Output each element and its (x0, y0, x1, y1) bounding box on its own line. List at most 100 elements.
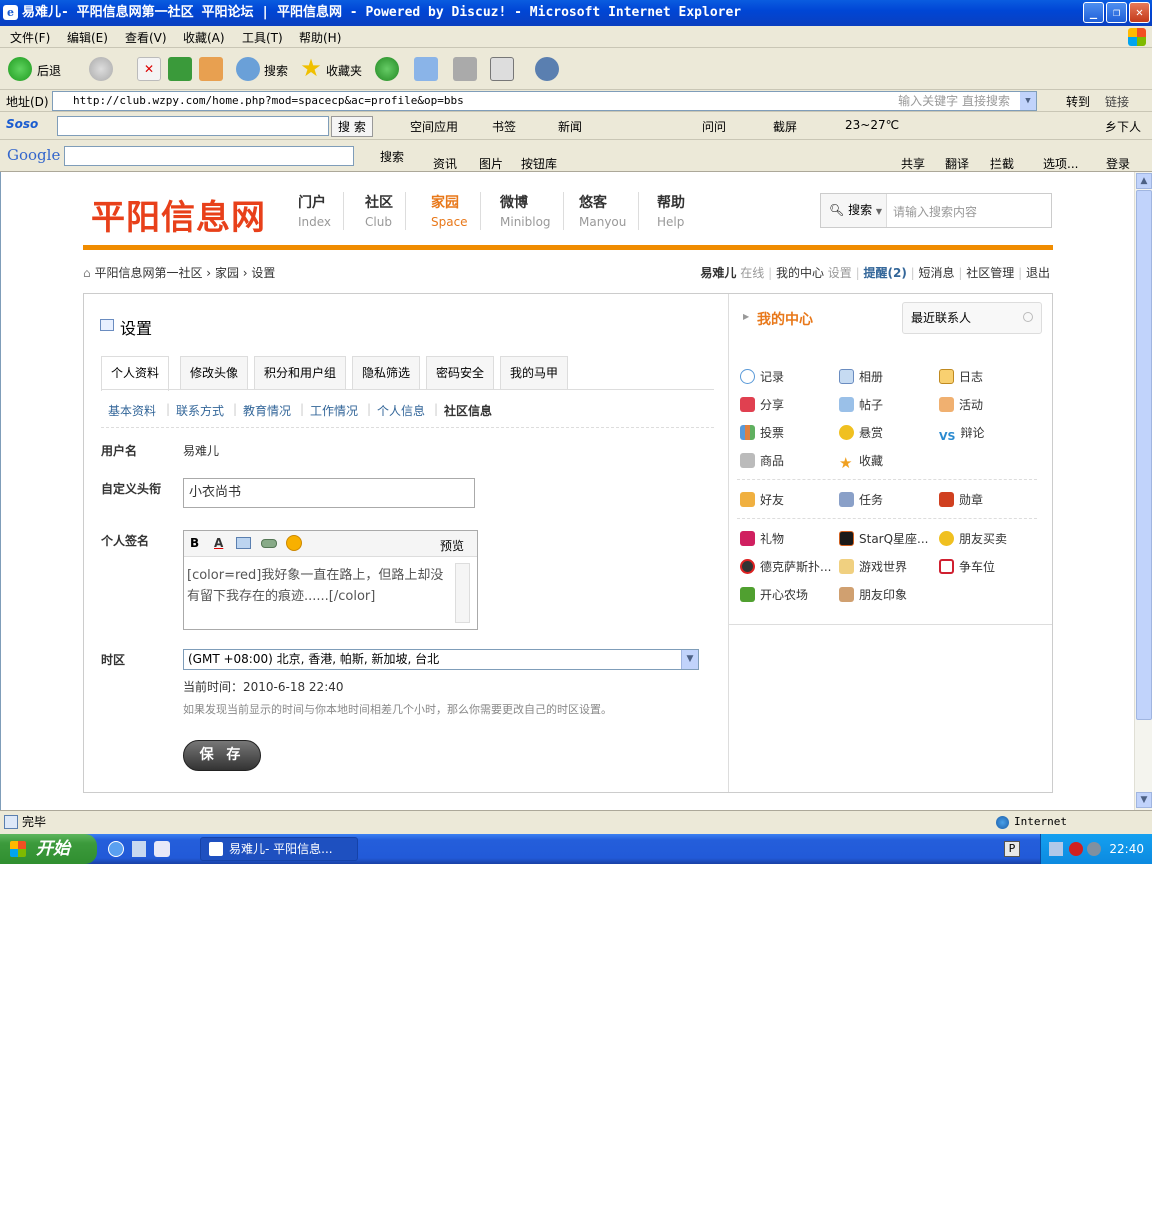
google-news[interactable]: 资讯 (433, 155, 457, 172)
my-center-title[interactable]: 我的中心 (757, 309, 813, 329)
soso-bookmarks[interactable]: 书签 (492, 118, 516, 135)
username-link[interactable]: 易难儿 (700, 266, 736, 280)
soso-wenwen[interactable]: 问问 (702, 118, 726, 135)
sidebar-item-friend[interactable]: 好友 (740, 491, 784, 508)
stop-icon[interactable]: ✕ (137, 57, 161, 81)
font-color-icon[interactable]: A (214, 536, 223, 550)
mail-icon[interactable] (414, 57, 438, 81)
page-scrollbar[interactable]: ▲ ▼ (1134, 172, 1152, 810)
back-icon[interactable] (8, 57, 32, 81)
sidebar-item-album[interactable]: 相册 (839, 368, 883, 385)
site-search-input[interactable]: 请输入搜索内容 (893, 203, 977, 220)
subtab-work[interactable]: 工作情况 (310, 402, 358, 419)
google-translate[interactable]: 翻译 (945, 155, 969, 172)
go-button[interactable]: 转到 (1046, 93, 1090, 110)
back-label[interactable]: 后退 (37, 62, 61, 79)
subtab-basic[interactable]: 基本资料 (108, 402, 156, 419)
tab-password[interactable]: 密码安全 (426, 356, 495, 390)
soso-user[interactable]: 乡下人 (1105, 118, 1141, 135)
google-popup-blocker[interactable]: 拦截 (990, 155, 1014, 172)
address-input[interactable]: http://club.wzpy.com/home.php?mod=spacec… (52, 91, 1037, 111)
refresh-icon[interactable] (168, 57, 192, 81)
breadcrumb-space[interactable]: 家园 (215, 266, 239, 280)
nav-club[interactable]: 社区 Club (353, 192, 406, 230)
address-dropdown-icon[interactable]: ▼ (1020, 92, 1036, 110)
edit-icon[interactable] (490, 57, 514, 81)
nav-space[interactable]: 家园 Space (419, 192, 481, 230)
nav-miniblog[interactable]: 微博 Miniblog (488, 192, 564, 230)
tab-credits[interactable]: 积分和用户组 (254, 356, 347, 390)
start-button[interactable]: 开始 (0, 834, 97, 864)
google-options[interactable]: 选项... (1043, 155, 1078, 172)
subtab-education[interactable]: 教育情况 (243, 402, 291, 419)
forward-icon[interactable] (89, 57, 113, 81)
logout-link[interactable]: 退出 (1026, 266, 1050, 280)
scroll-up-icon[interactable]: ▲ (1136, 173, 1152, 189)
menu-favorites[interactable]: 收藏(A) (183, 29, 225, 46)
subtab-contact[interactable]: 联系方式 (176, 402, 224, 419)
messenger-icon[interactable] (535, 57, 559, 81)
bold-icon[interactable]: B (190, 536, 199, 550)
menu-help[interactable]: 帮助(H) (299, 29, 341, 46)
soso-screenshot[interactable]: 截屏 (773, 118, 797, 135)
history-icon[interactable] (375, 57, 399, 81)
site-logo[interactable]: 平阳信息网 (91, 190, 266, 239)
timezone-select[interactable]: (GMT +08:00) 北京, 香港, 帕斯, 新加坡, 台北 ▼ (183, 649, 699, 670)
sidebar-item-task[interactable]: 任务 (839, 491, 883, 508)
app-friend-trade[interactable]: 朋友买卖 (939, 530, 1007, 547)
sidebar-item-debate[interactable]: VS 辩论 (939, 424, 984, 445)
desktop-quicklaunch-icon[interactable] (132, 841, 146, 857)
soso-news[interactable]: 新闻 (558, 118, 582, 135)
smiley-icon[interactable] (286, 535, 302, 551)
recent-contacts-select[interactable]: 最近联系人 (902, 302, 1042, 334)
menu-view[interactable]: 查看(V) (125, 29, 167, 46)
ie-quicklaunch-icon[interactable] (108, 841, 124, 857)
search-label[interactable]: 搜索 (264, 62, 288, 79)
app-happy-farm[interactable]: 开心农场 (740, 586, 808, 603)
app-texas-poker[interactable]: 德克萨斯扑... (740, 558, 831, 575)
admin-link[interactable]: 社区管理 (966, 266, 1014, 280)
antivirus-icon[interactable] (1069, 842, 1083, 856)
menu-file[interactable]: 文件(F) (10, 29, 50, 46)
menu-edit[interactable]: 编辑(E) (67, 29, 108, 46)
sidebar-item-favorite[interactable]: ★ 收藏 (839, 452, 883, 471)
home-icon[interactable] (199, 57, 223, 81)
sidebar-item-medal[interactable]: 勋章 (939, 491, 983, 508)
favorites-label[interactable]: 收藏夹 (326, 62, 362, 79)
save-button[interactable]: 保 存 (183, 740, 261, 771)
nav-index[interactable]: 门户 Index (286, 192, 345, 230)
tab-vest[interactable]: 我的马甲 (500, 356, 569, 390)
keyword-placeholder[interactable]: 输入关键字 直接搜索 (898, 92, 1010, 110)
subtab-community[interactable]: 社区信息 (444, 402, 492, 419)
language-icon[interactable]: P (1004, 841, 1020, 857)
app-starq[interactable]: StarQ星座... (839, 530, 929, 547)
google-share[interactable]: 共享 (901, 155, 925, 172)
links-label[interactable]: 链接 (1105, 93, 1129, 110)
custom-title-input[interactable]: 小衣尚书 (183, 478, 475, 508)
nav-manyou[interactable]: 悠客 Manyou (567, 192, 640, 230)
google-search-button[interactable]: 搜索 (380, 148, 404, 165)
app-parking[interactable]: 争车位 (939, 558, 995, 575)
soso-search-button[interactable]: 搜 索 (331, 116, 373, 137)
volume-icon[interactable] (1087, 842, 1101, 856)
sidebar-item-blog[interactable]: 日志 (939, 368, 983, 385)
google-button-gallery[interactable]: 按钮库 (521, 155, 557, 172)
app-game-world[interactable]: 游戏世界 (839, 558, 907, 575)
preview-button[interactable]: 预览 (440, 537, 464, 554)
favorites-icon[interactable]: ★ (299, 56, 323, 81)
my-center-link[interactable]: 我的中心 (776, 266, 824, 280)
sidebar-item-share[interactable]: 分享 (740, 396, 784, 413)
settings-link[interactable]: 设置 (828, 266, 852, 280)
breadcrumb-home[interactable]: 平阳信息网第一社区 (94, 266, 202, 280)
minimize-button[interactable]: _ (1083, 2, 1104, 23)
chevron-down-icon[interactable]: ▼ (681, 650, 698, 669)
sidebar-item-reward[interactable]: 悬赏 (839, 424, 883, 441)
app-friend-impression[interactable]: 朋友印象 (839, 586, 907, 603)
sidebar-item-doing[interactable]: 记录 (740, 368, 784, 385)
tab-avatar[interactable]: 修改头像 (180, 356, 249, 390)
network-icon[interactable] (1049, 842, 1063, 856)
link-icon[interactable] (261, 539, 277, 548)
maximize-button[interactable]: ❐ (1106, 2, 1127, 23)
home-icon[interactable]: ⌂ (83, 266, 91, 280)
tab-profile[interactable]: 个人资料 (101, 356, 170, 391)
